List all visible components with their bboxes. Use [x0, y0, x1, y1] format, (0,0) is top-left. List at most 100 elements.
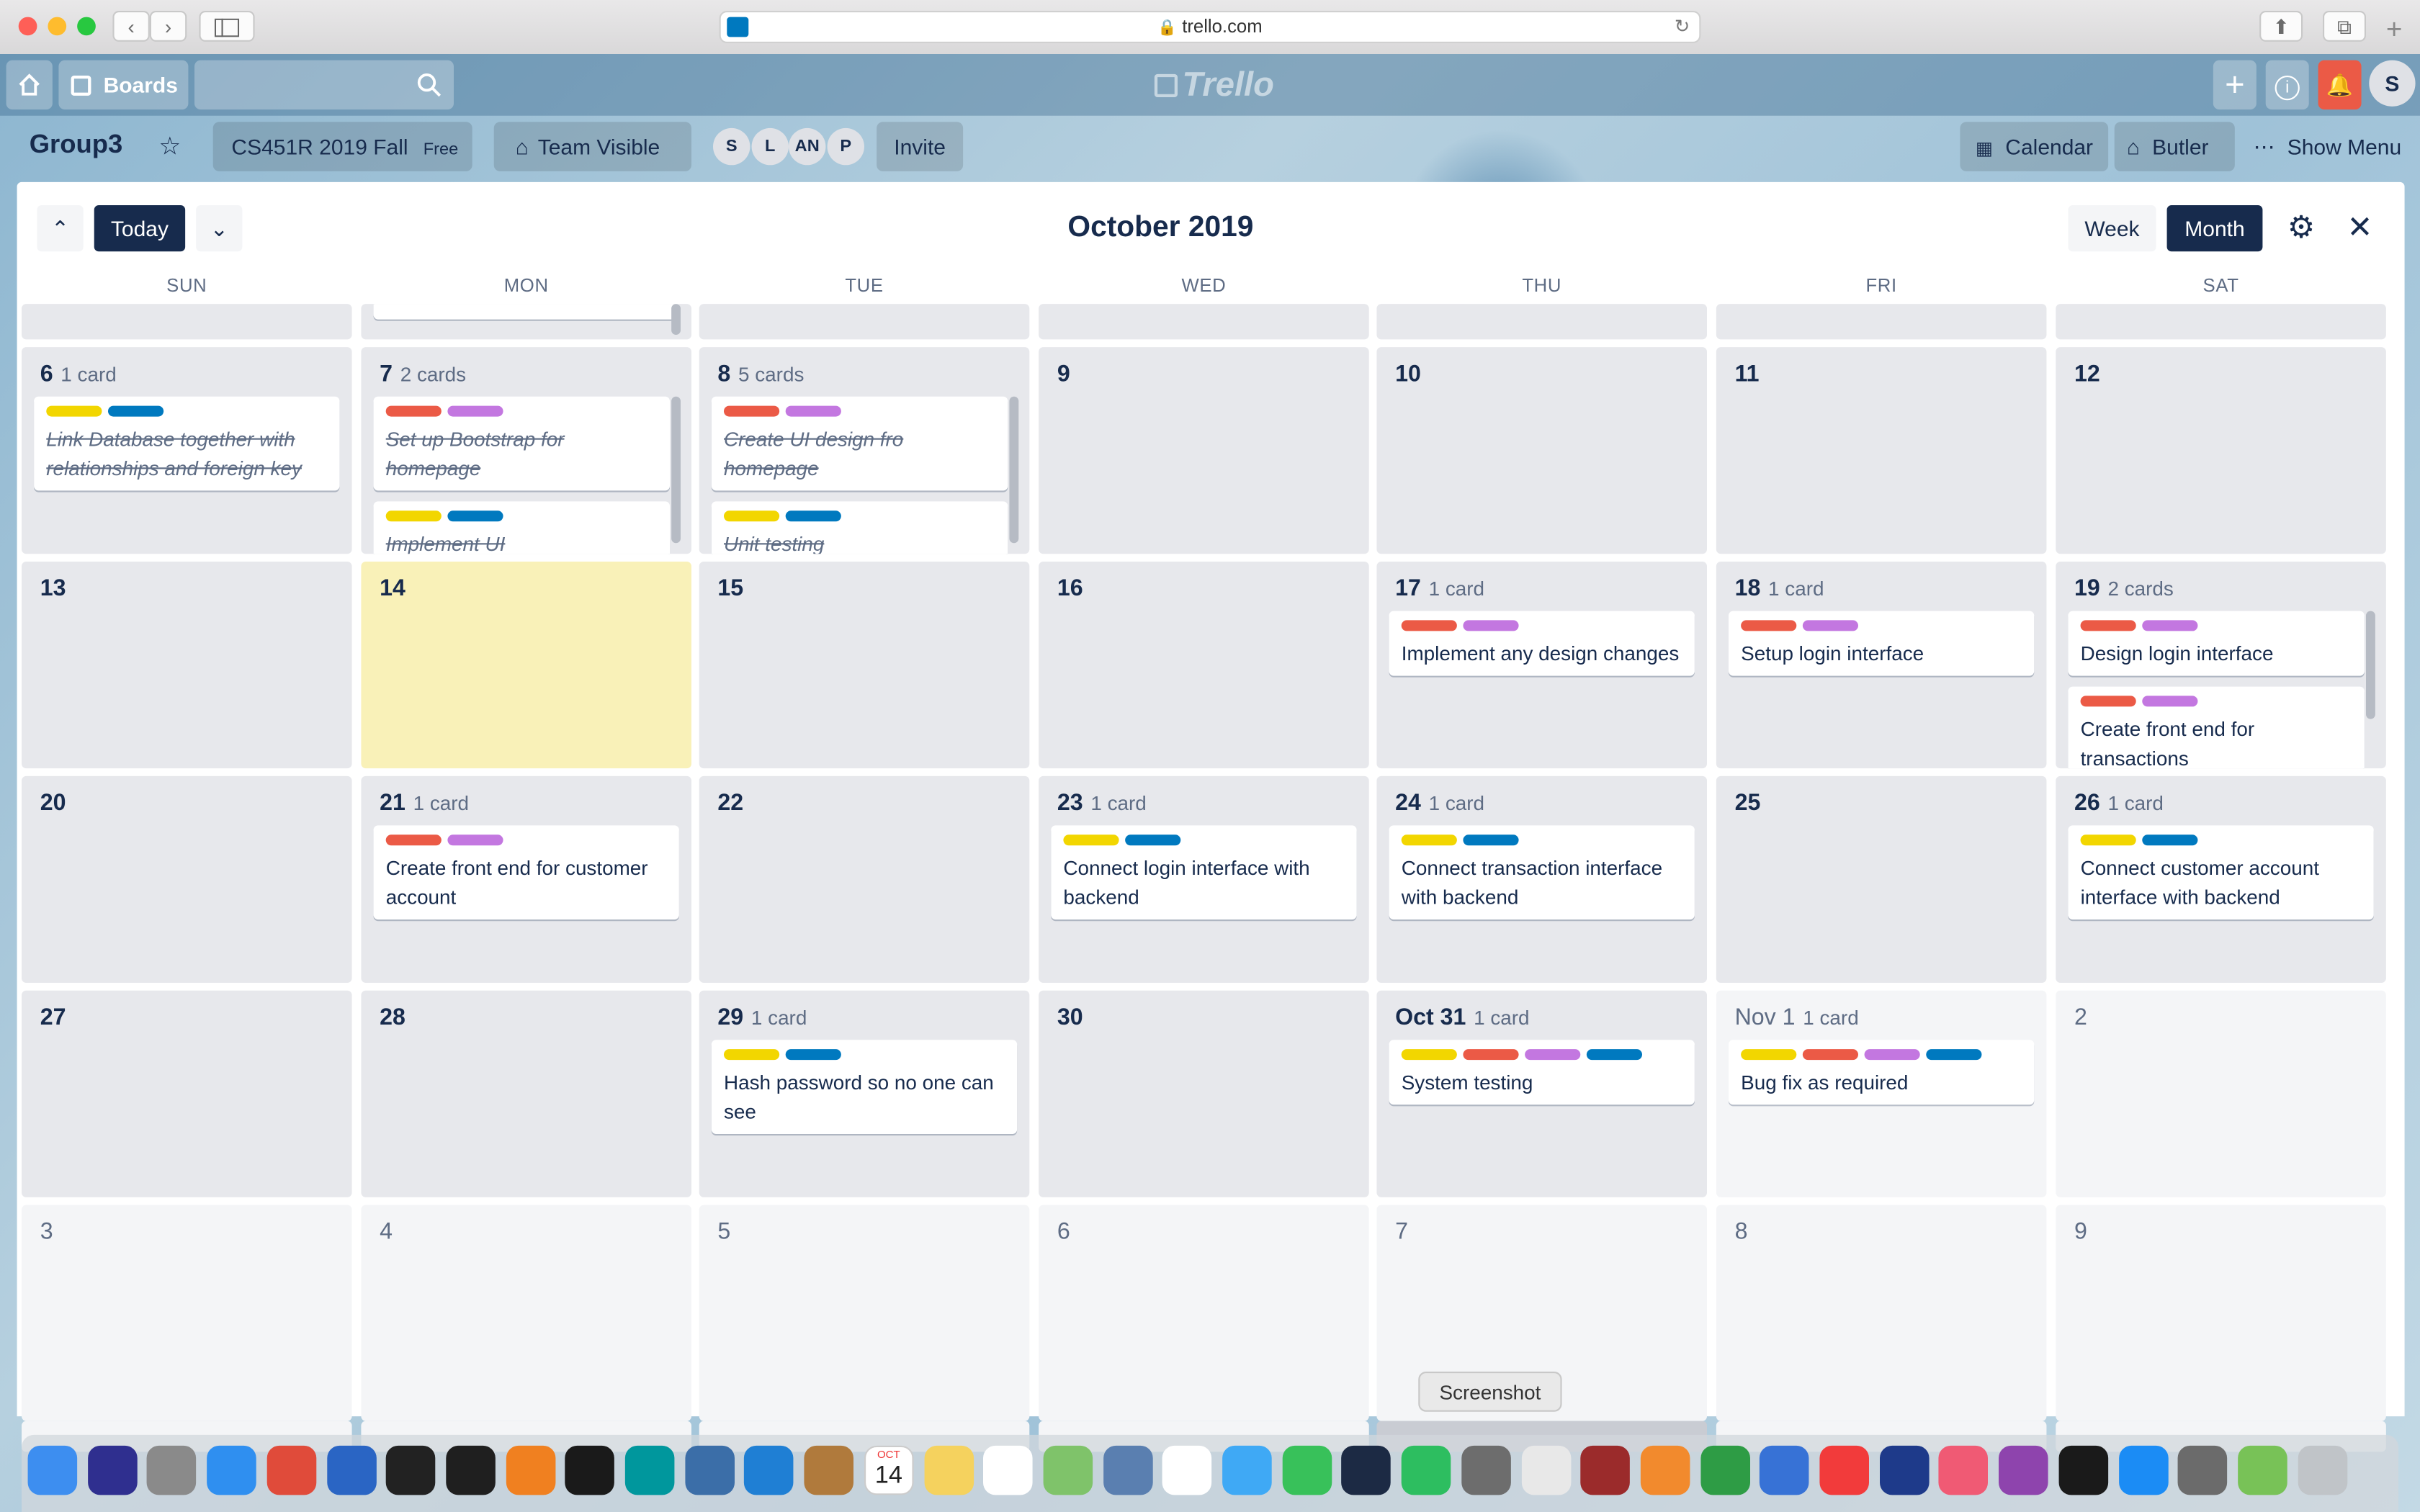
- scrollbar[interactable]: [1009, 396, 1019, 544]
- calendar-card[interactable]: Unit testing: [711, 501, 1008, 554]
- reminders-icon[interactable]: [983, 1445, 1033, 1495]
- keynote-icon[interactable]: [1760, 1445, 1810, 1495]
- day-cell[interactable]: 25: [1716, 775, 2047, 983]
- day-cell[interactable]: 5: [699, 1205, 1030, 1421]
- day-cell[interactable]: 11: [1716, 347, 2047, 554]
- tabs-overview-button[interactable]: ⧉: [2323, 11, 2366, 42]
- day-cell[interactable]: 20: [22, 775, 352, 983]
- calendar-card[interactable]: Implement any design changes: [1389, 611, 1695, 676]
- scrollbar[interactable]: [2366, 611, 2375, 719]
- github-icon[interactable]: [386, 1445, 436, 1495]
- month-view-button[interactable]: Month: [2166, 205, 2263, 252]
- day-cell[interactable]: 21 1 card Create front end for customer ac…: [361, 775, 691, 983]
- day-cell[interactable]: 19 2 cards Design login interface Create fr…: [2056, 562, 2386, 769]
- new-tab-button[interactable]: +: [2386, 14, 2403, 46]
- member-avatar[interactable]: P: [827, 127, 864, 166]
- day-cell[interactable]: 26 1 card Connect customer account interfa…: [2056, 775, 2386, 983]
- scrollbar[interactable]: [671, 396, 681, 544]
- screenshot-icon[interactable]: [1461, 1445, 1511, 1495]
- home-button[interactable]: [6, 60, 53, 110]
- day-cell-today[interactable]: 14: [361, 562, 691, 769]
- day-cell[interactable]: 30: [1039, 990, 1369, 1197]
- calendar-card[interactable]: Design login interface: [2068, 611, 2365, 676]
- kindle-icon[interactable]: [1341, 1445, 1392, 1495]
- calendar-card[interactable]: Create front end for transactions: [2068, 686, 2365, 769]
- contacts-icon[interactable]: [804, 1445, 854, 1495]
- launchpad-icon[interactable]: [147, 1445, 197, 1495]
- day-cell[interactable]: 16: [1039, 562, 1369, 769]
- day-cell[interactable]: 4: [361, 1205, 691, 1421]
- invite-button[interactable]: Invite: [877, 122, 964, 171]
- zoom-window-button[interactable]: [77, 17, 96, 36]
- calendar-card[interactable]: Connect login interface with backend: [1051, 825, 1357, 920]
- day-cell[interactable]: 6: [1039, 1205, 1369, 1421]
- siri-icon[interactable]: [87, 1445, 138, 1495]
- show-menu-button[interactable]: ⋯ Show Menu: [2241, 122, 2411, 171]
- day-cell[interactable]: 28: [361, 990, 691, 1197]
- day-cell[interactable]: 3: [22, 1205, 352, 1421]
- calendar-card[interactable]: Implement UI: [373, 501, 670, 554]
- messages-icon[interactable]: [1222, 1445, 1272, 1495]
- day-cell[interactable]: 8 5 cards Create UI design fro homepage Uni…: [699, 347, 1030, 554]
- finder-icon[interactable]: [27, 1445, 78, 1495]
- maps-icon[interactable]: [1043, 1445, 1093, 1495]
- calendar-card[interactable]: Set up Bootstrap for homepage: [373, 396, 670, 491]
- previous-month-button[interactable]: ⌃: [37, 205, 84, 252]
- day-cell[interactable]: 18 1 card Setup login interface: [1716, 562, 2047, 769]
- notifications-button[interactable]: 🔔: [2318, 60, 2362, 110]
- day-cell[interactable]: 9: [1039, 347, 1369, 554]
- preview-icon[interactable]: [1103, 1445, 1152, 1495]
- share-button[interactable]: ⬆: [2259, 11, 2303, 42]
- calendar-card[interactable]: Hash password so no one can see: [711, 1040, 1018, 1134]
- day-cell[interactable]: 17 1 card Implement any design changes: [1376, 562, 1707, 769]
- calendar-card[interactable]: System testing: [1389, 1040, 1695, 1105]
- calendar-card[interactable]: Bug fix as required: [1729, 1040, 2035, 1105]
- photos-icon[interactable]: [1162, 1445, 1212, 1495]
- calendar-card[interactable]: Connect transaction interface with backe…: [1389, 825, 1695, 920]
- day-cell[interactable]: 29 1 card Hash password so no one can see: [699, 990, 1030, 1197]
- team-button[interactable]: CS451R 2019 Fall Free: [212, 122, 472, 171]
- numbers-icon[interactable]: [1700, 1445, 1750, 1495]
- member-avatar[interactable]: S: [712, 127, 750, 166]
- python-icon[interactable]: [684, 1445, 735, 1495]
- day-cell[interactable]: 10: [1376, 347, 1707, 554]
- day-cell[interactable]: 13: [22, 562, 352, 769]
- appstore-icon[interactable]: [2118, 1445, 2168, 1495]
- arduino-icon[interactable]: [624, 1445, 675, 1495]
- minimize-window-button[interactable]: [48, 17, 67, 36]
- day-cell[interactable]: 9: [2056, 1205, 2386, 1421]
- day-cell[interactable]: 8: [1716, 1205, 2047, 1421]
- address-bar[interactable]: 🔒 trello.com ↻: [719, 11, 1701, 43]
- day-cell[interactable]: 27: [22, 990, 352, 1197]
- boards-button[interactable]: Boards: [58, 60, 189, 110]
- member-avatar[interactable]: AN: [789, 127, 826, 166]
- board-title[interactable]: Group3: [30, 130, 123, 161]
- next-month-button[interactable]: ⌄: [196, 205, 243, 252]
- textedit-icon[interactable]: [1520, 1445, 1571, 1495]
- podcasts-icon[interactable]: [1999, 1445, 2048, 1495]
- back-button[interactable]: ‹: [112, 11, 150, 42]
- close-window-button[interactable]: [18, 17, 37, 36]
- card-partial[interactable]: [373, 304, 679, 320]
- system-preferences-icon[interactable]: [2177, 1445, 2228, 1495]
- music-icon[interactable]: [1939, 1445, 1989, 1495]
- day-cell[interactable]: Oct 31 1 card System testing: [1376, 990, 1707, 1197]
- pages-icon[interactable]: [1640, 1445, 1690, 1495]
- day-cell[interactable]: 6 1 card Link Database together with relat…: [22, 347, 352, 554]
- intellij-icon[interactable]: [446, 1445, 496, 1495]
- tv-icon[interactable]: [2058, 1445, 2108, 1495]
- visibility-button[interactable]: ⌂ Team Visible: [493, 122, 691, 171]
- close-calendar-button[interactable]: ✕: [2336, 205, 2383, 251]
- webstorm-icon[interactable]: [565, 1445, 615, 1495]
- forward-button[interactable]: ›: [149, 11, 187, 42]
- calendar-card[interactable]: Connect customer account interface with …: [2068, 825, 2374, 920]
- notes-icon[interactable]: [923, 1445, 974, 1495]
- day-cell[interactable]: 12: [2056, 347, 2386, 554]
- trash-icon[interactable]: [2297, 1445, 2347, 1495]
- dictionary-icon[interactable]: [1580, 1445, 1631, 1495]
- day-cell[interactable]: 15: [699, 562, 1030, 769]
- today-button[interactable]: Today: [94, 205, 186, 252]
- news-icon[interactable]: [1819, 1445, 1869, 1495]
- safari-icon[interactable]: [207, 1445, 256, 1495]
- day-cell[interactable]: 2: [2056, 990, 2386, 1197]
